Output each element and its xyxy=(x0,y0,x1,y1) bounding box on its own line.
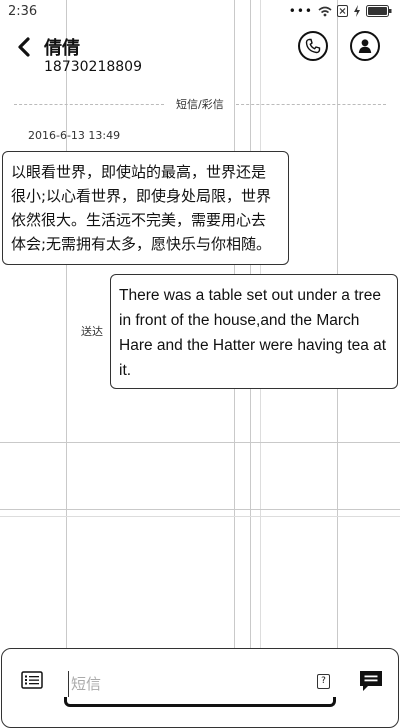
outgoing-message-bubble[interactable]: There was a table set out under a tree i… xyxy=(110,274,398,389)
divider-line xyxy=(14,104,164,105)
status-time: 2:36 xyxy=(8,4,38,19)
more-dots-icon: ••• xyxy=(288,4,313,18)
contact-name[interactable]: 倩倩 xyxy=(44,34,80,60)
phone-icon xyxy=(305,38,321,54)
message-input[interactable] xyxy=(68,671,311,697)
call-button[interactable] xyxy=(298,31,328,61)
input-focus-underline xyxy=(64,697,336,707)
delivery-status: 送达 xyxy=(81,325,103,338)
contact-profile-icon xyxy=(358,39,372,53)
back-icon[interactable] xyxy=(14,36,36,58)
grid-line xyxy=(0,516,400,517)
divider-line xyxy=(236,104,386,105)
message-type-label: 短信/彩信 xyxy=(174,96,226,112)
message-text: 以眼看世界，即使站的最高，世界还是很小;以心看世界，即使身处局限，世界依然很大。… xyxy=(11,163,272,253)
message-type-divider: 短信/彩信 xyxy=(14,96,386,112)
message-text: There was a table set out under a tree i… xyxy=(119,287,387,379)
contact-profile-button[interactable] xyxy=(350,31,380,61)
charging-icon xyxy=(354,5,360,17)
conversation-header: 倩倩 18730218809 xyxy=(0,28,400,88)
sim-x-icon xyxy=(337,5,348,17)
status-icons: ••• xyxy=(289,4,392,18)
incoming-message-bubble[interactable]: 以眼看世界，即使站的最高，世界还是很小;以心看世界，即使身处局限，世界依然很大。… xyxy=(2,151,289,265)
message-timestamp: 2016-6-13 13:49 xyxy=(28,129,121,142)
grid-line xyxy=(0,509,400,510)
grid-line xyxy=(0,442,400,443)
send-icon[interactable] xyxy=(358,669,384,693)
template-list-icon[interactable] xyxy=(21,671,43,689)
wifi-icon xyxy=(318,6,332,16)
contact-phone-number: 18730218809 xyxy=(44,59,142,75)
status-bar: 2:36 ••• xyxy=(0,0,400,24)
message-composer: ? xyxy=(1,648,399,728)
sim-selector-badge[interactable]: ? xyxy=(317,674,330,689)
battery-icon xyxy=(366,5,392,17)
